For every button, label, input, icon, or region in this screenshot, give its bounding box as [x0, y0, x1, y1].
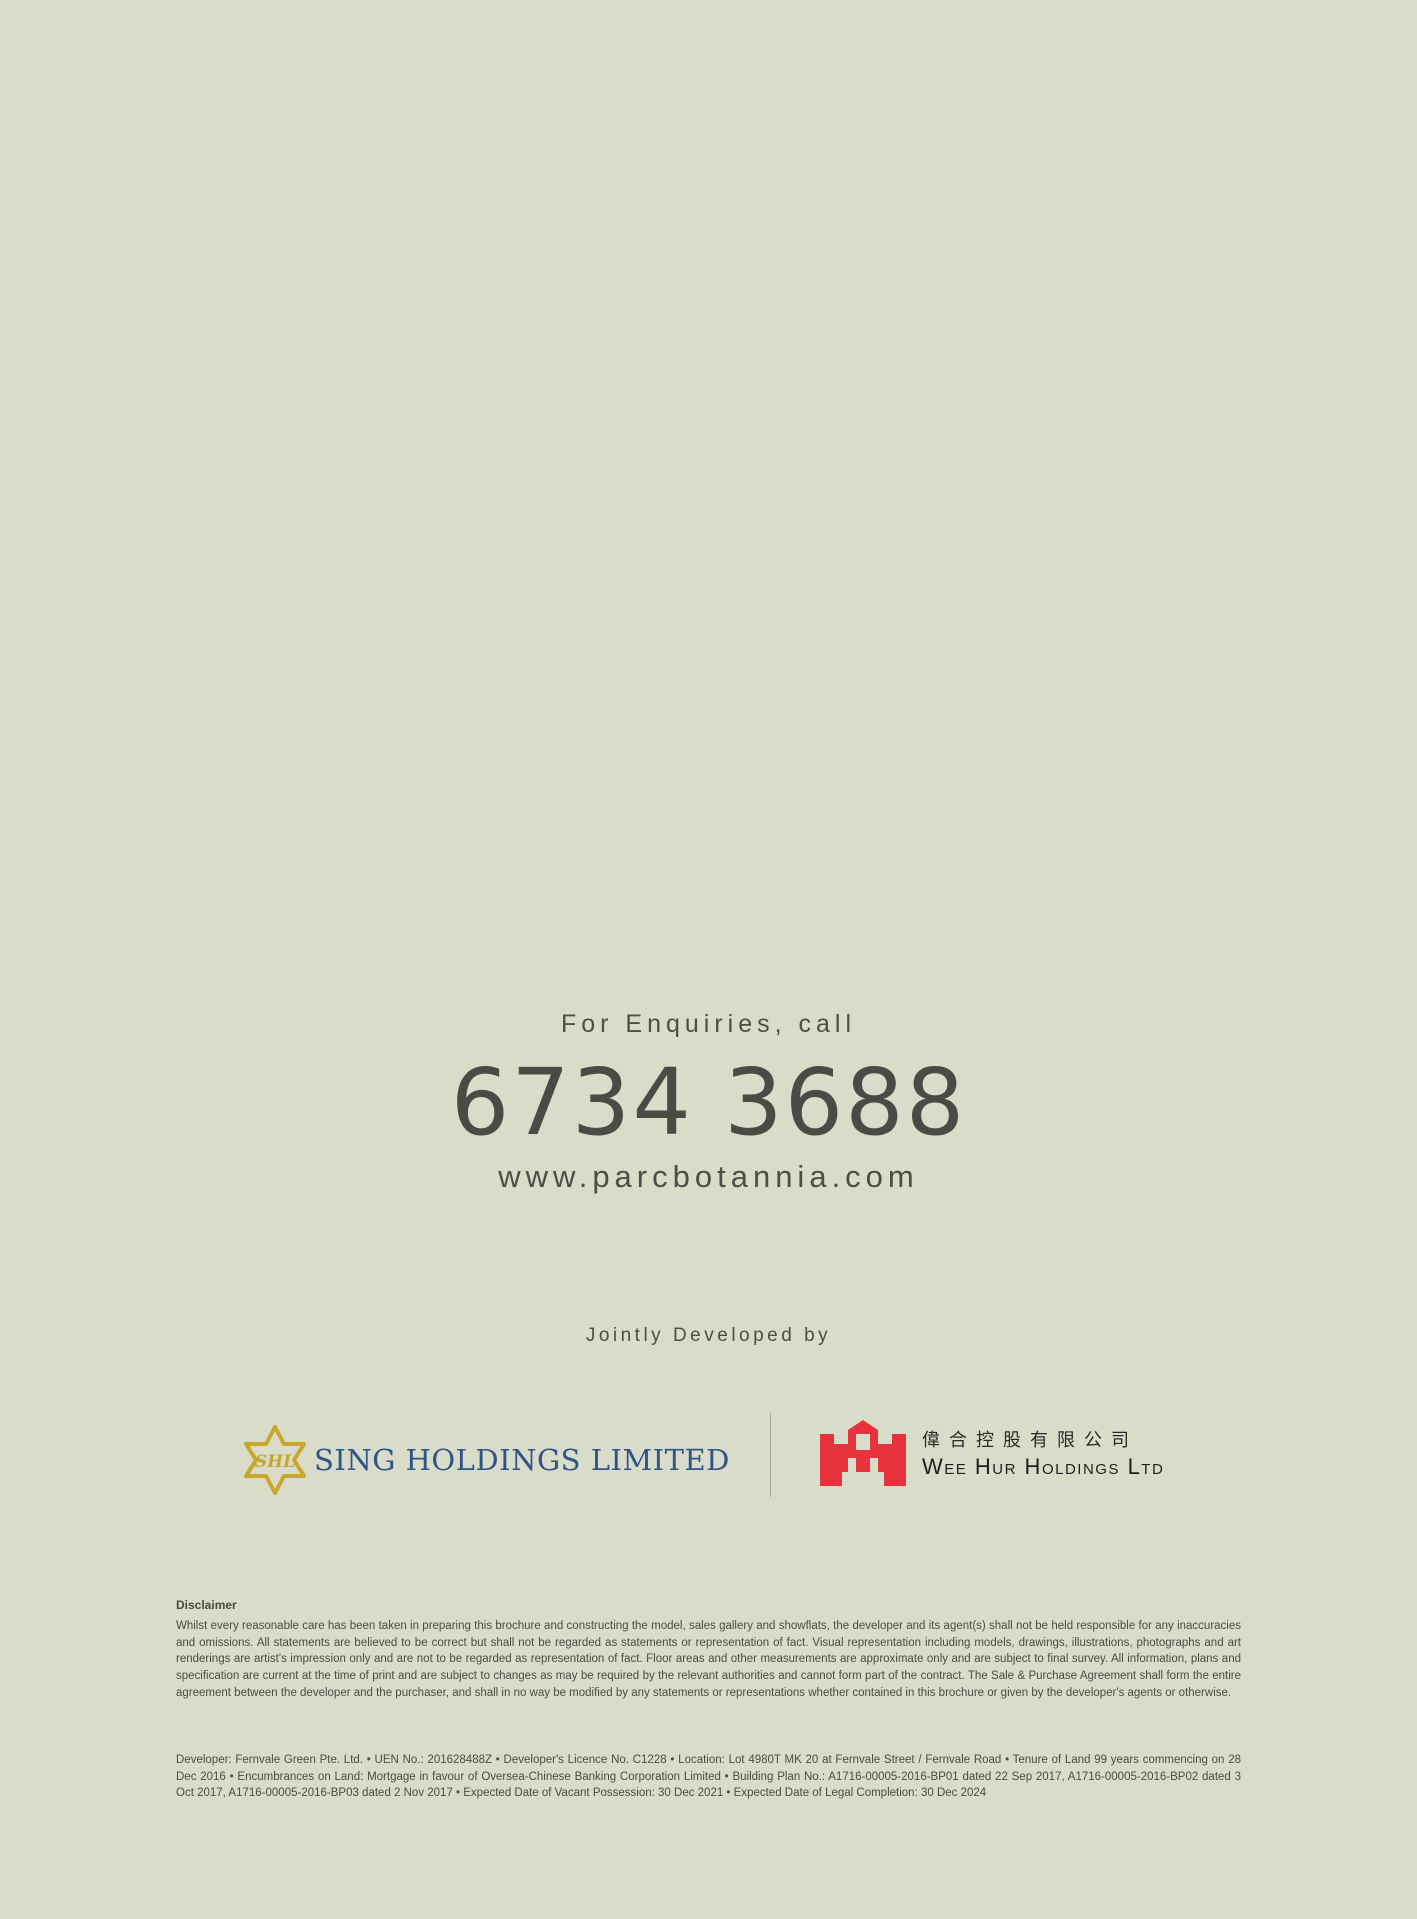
sing-holdings-emblem-letters: SHL: [255, 1452, 295, 1472]
developer-info-text: Developer: Fernvale Green Pte. Ltd. • UE…: [176, 1754, 1241, 1800]
sing-holdings-logo: SHL SING HOLDINGS LIMITED: [240, 1425, 730, 1495]
disclaimer-title: Disclaimer: [176, 1598, 237, 1612]
sing-holdings-name: SING HOLDINGS LIMITED: [314, 1443, 730, 1477]
wee-hur-logo: 偉合控股有限公司 Wee Hur Holdings Ltd: [820, 1413, 1164, 1493]
website-link[interactable]: www.parcbotannia.com: [0, 1159, 1417, 1195]
enquiry-block: For Enquiries, call 6734 3688 www.parcbo…: [0, 1010, 1417, 1195]
sing-holdings-star-icon: SHL: [244, 1425, 306, 1495]
wee-hur-name-english: Wee Hur Holdings Ltd: [922, 1454, 1165, 1479]
developer-logos: SHL SING HOLDINGS LIMITED 偉合控股有限公司 Wee H…: [0, 1405, 1417, 1515]
disclaimer-text: Whilst every reasonable care has been ta…: [176, 1620, 1241, 1699]
disclaimer-section: Disclaimer Whilst every reasonable care …: [176, 1598, 1241, 1702]
jointly-developed-label: Jointly Developed by: [585, 1325, 832, 1346]
enquiry-label: For Enquiries, call: [560, 1010, 857, 1038]
enquiry-phone-number[interactable]: 6734 3688: [0, 1053, 1417, 1153]
wee-hur-emblem-icon: [820, 1420, 906, 1486]
wee-hur-name-chinese: 偉合控股有限公司: [922, 1430, 1138, 1451]
logo-divider: [770, 1413, 771, 1497]
